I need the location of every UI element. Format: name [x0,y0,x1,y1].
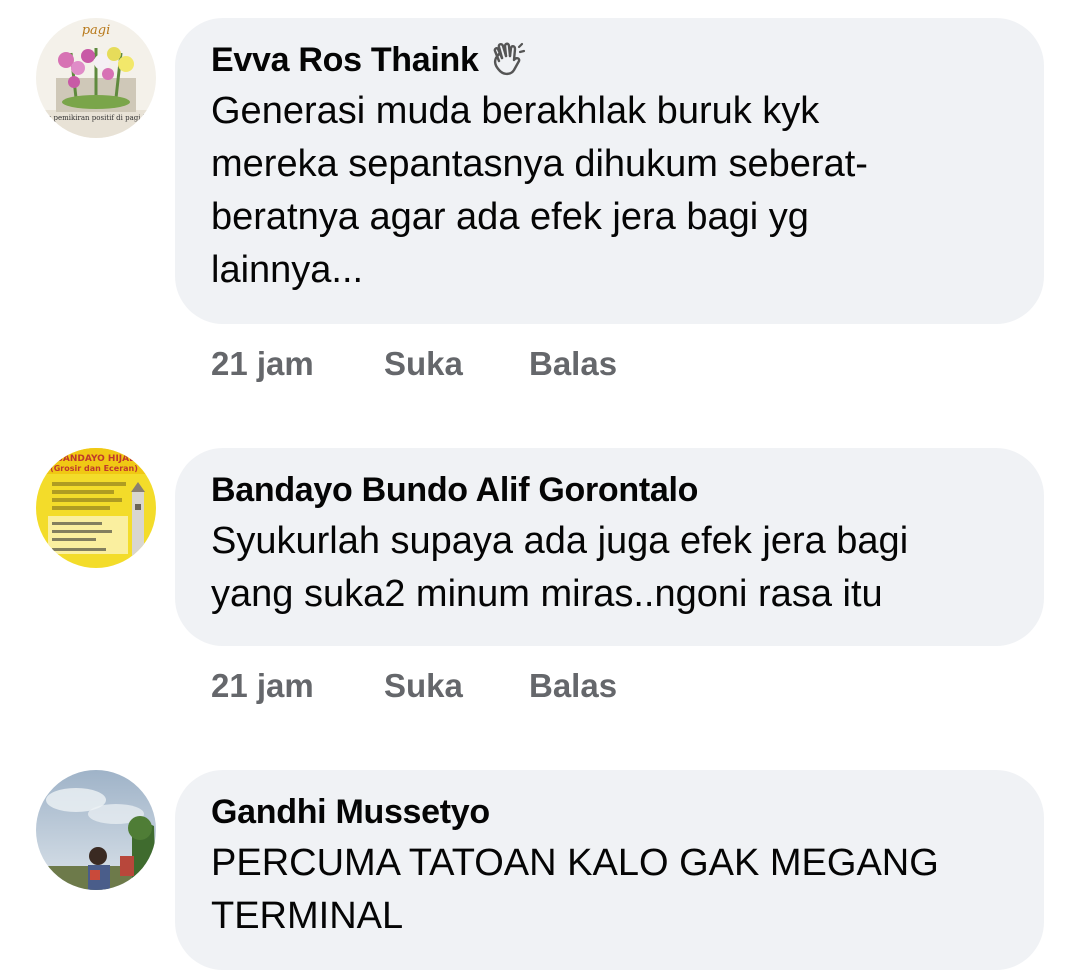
comment-author[interactable]: Bandayo Bundo Alif Gorontalo [211,471,698,510]
avatar-caption: Satu pemikiran positif di pagi hari [36,114,156,122]
waving-hand-icon [489,41,527,79]
comment-text: PERCUMA TATOAN KALO GAK MEGANG TERMINAL [211,837,1008,943]
comment-timestamp[interactable]: 21 jam [211,667,384,705]
avatar-gandhi[interactable] [36,770,156,890]
comment-actions: 21 jam Suka Balas [211,667,617,705]
comment-text-line: TERMINAL [211,895,404,937]
like-button[interactable]: Suka [384,667,529,705]
comment-author[interactable]: Evva Ros Thaink [211,41,479,80]
reply-button[interactable]: Balas [529,667,617,705]
avatar-title: BANDAYO HIJAB [56,454,136,464]
comment-bubble[interactable]: Gandhi Mussetyo PERCUMA TATOAN KALO GAK … [175,770,1044,970]
comment-actions: 21 jam Suka Balas [211,345,617,383]
comment-text-line: beratnya agar ada efek jera bagi yg [211,196,809,238]
comment-text: Generasi muda berakhlak buruk kyk mereka… [211,85,1008,297]
comment-bubble[interactable]: Bandayo Bundo Alif Gorontalo Syukurlah s… [175,448,1044,646]
comment-text-line: lainnya... [211,249,364,291]
like-button[interactable]: Suka [384,345,529,383]
avatar-bandayo[interactable]: BANDAYO HIJAB (Grosir dan Eceran) [36,448,156,568]
comment-text-line: yang suka2 minum miras..ngoni rasa itu [211,573,883,615]
reply-button[interactable]: Balas [529,345,617,383]
comment-text-line: mereka sepantasnya dihukum seberat- [211,143,868,185]
avatar-top-text: pagi [82,23,111,38]
comment-bubble[interactable]: Evva Ros Thaink Generasi muda berakhlak … [175,18,1044,324]
comment-text-line: Syukurlah supaya ada juga efek jera bagi [211,520,909,562]
comment-text: Syukurlah supaya ada juga efek jera bagi… [211,515,1008,621]
comment-timestamp[interactable]: 21 jam [211,345,384,383]
comment-text-line: PERCUMA TATOAN KALO GAK MEGANG [211,842,939,884]
avatar-subtitle: (Grosir dan Eceran) [50,464,138,473]
avatar-evva[interactable]: pagi Satu pemikiran positif di pagi hari [36,18,156,138]
comment-text-line: Generasi muda berakhlak buruk kyk [211,90,820,132]
comment-author[interactable]: Gandhi Mussetyo [211,793,490,832]
